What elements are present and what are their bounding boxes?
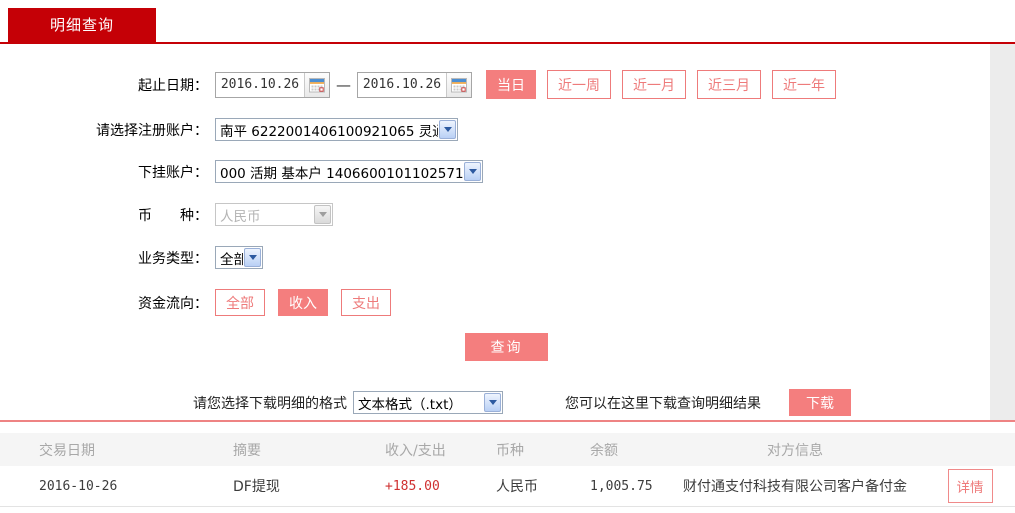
page-background-strip [990, 44, 1015, 420]
header-summary: 摘要 [233, 442, 261, 459]
cell-income-expense: +185.00 [385, 478, 440, 494]
cell-trade-date: 2016-10-26 [39, 478, 118, 494]
chevron-down-icon [314, 205, 331, 224]
quick-range-quarter-button[interactable]: 近三月 [697, 70, 761, 99]
download-button[interactable]: 下载 [789, 389, 851, 416]
detail-button[interactable]: 详情 [947, 469, 993, 503]
sub-account-label: 下挂账户： [138, 164, 208, 181]
header-currency: 币种 [496, 442, 524, 459]
fund-flow-label: 资金流向： [138, 295, 208, 312]
date-range-label: 起止日期： [138, 77, 208, 94]
end-date-field[interactable] [357, 71, 472, 98]
fund-flow-all-button[interactable]: 全部 [215, 289, 265, 316]
fund-flow-income-button[interactable]: 收入 [278, 289, 328, 316]
download-format-select[interactable]: 文本格式（.txt） [353, 391, 503, 414]
currency-value: 人民币 [220, 208, 261, 225]
fund-flow-expense-button[interactable]: 支出 [341, 289, 391, 316]
cell-currency: 人民币 [496, 479, 538, 495]
cell-balance: 1,005.75 [590, 478, 653, 494]
sub-account-value: 000 活期 基本户 1406600101102571848 [220, 165, 463, 182]
detail-query-page: 明细查询 起止日期： — [0, 0, 1015, 513]
download-hint: 您可以在这里下载查询明细结果 [565, 395, 761, 412]
chevron-down-icon[interactable] [464, 162, 481, 181]
sub-account-select[interactable]: 000 活期 基本户 1406600101102571848 [215, 160, 483, 183]
business-type-row: 业务类型： 全部 [0, 246, 990, 269]
cell-counterparty: 财付通支付科技有限公司客户备付金 [683, 479, 907, 495]
download-format-value: 文本格式（.txt） [358, 396, 462, 413]
currency-label: 币 种： [138, 207, 208, 224]
business-type-value: 全部 [220, 251, 243, 268]
date-range-separator: — [336, 75, 351, 94]
header-income-expense: 收入/支出 [385, 442, 446, 459]
register-account-value: 南平 6222001406100921065 灵通卡 [220, 123, 438, 140]
start-date-input[interactable] [216, 77, 304, 92]
chevron-down-icon[interactable] [439, 120, 456, 139]
quick-range-year-button[interactable]: 近一年 [772, 70, 836, 99]
business-type-select[interactable]: 全部 [215, 246, 263, 269]
chevron-down-icon[interactable] [484, 393, 501, 412]
register-account-label: 请选择注册账户： [96, 122, 208, 139]
download-format-label: 请您选择下载明细的格式 [193, 395, 347, 412]
chevron-down-icon[interactable] [244, 248, 261, 267]
quick-range-today-button[interactable]: 当日 [486, 70, 536, 99]
currency-select: 人民币 [215, 203, 333, 226]
end-date-input[interactable] [358, 77, 446, 92]
end-date-calendar-icon[interactable] [446, 72, 471, 97]
download-row: 请您选择下载明细的格式 文本格式（.txt） 您可以在这里下载查询明细结果 下载 [0, 389, 990, 416]
table-top-separator [0, 420, 1015, 422]
query-button[interactable]: 查询 [465, 333, 548, 361]
date-range-row: 起止日期： — [0, 70, 990, 99]
start-date-calendar-icon[interactable] [304, 72, 329, 97]
header-trade-date: 交易日期 [39, 442, 95, 459]
sub-account-row: 下挂账户： 000 活期 基本户 1406600101102571848 [0, 160, 990, 183]
tab-detail-query[interactable]: 明细查询 [8, 8, 156, 42]
header-balance: 余额 [590, 442, 618, 459]
business-type-label: 业务类型： [138, 250, 208, 267]
start-date-field[interactable] [215, 71, 330, 98]
cell-summary: DF提现 [233, 479, 280, 495]
table-header-row: 交易日期 摘要 收入/支出 币种 余额 对方信息 [0, 433, 1015, 466]
tab-underline [0, 42, 1015, 44]
register-account-select[interactable]: 南平 6222001406100921065 灵通卡 [215, 118, 458, 141]
table-row: 2016-10-26 DF提现 +185.00 人民币 1,005.75 财付通… [0, 466, 1015, 507]
fund-flow-row: 资金流向： 全部 收入 支出 [0, 289, 990, 316]
register-account-row: 请选择注册账户： 南平 6222001406100921065 灵通卡 [0, 118, 990, 141]
quick-range-week-button[interactable]: 近一周 [547, 70, 611, 99]
currency-row: 币 种： 人民币 [0, 203, 990, 226]
header-counterparty: 对方信息 [767, 442, 823, 459]
quick-range-month-button[interactable]: 近一月 [622, 70, 686, 99]
